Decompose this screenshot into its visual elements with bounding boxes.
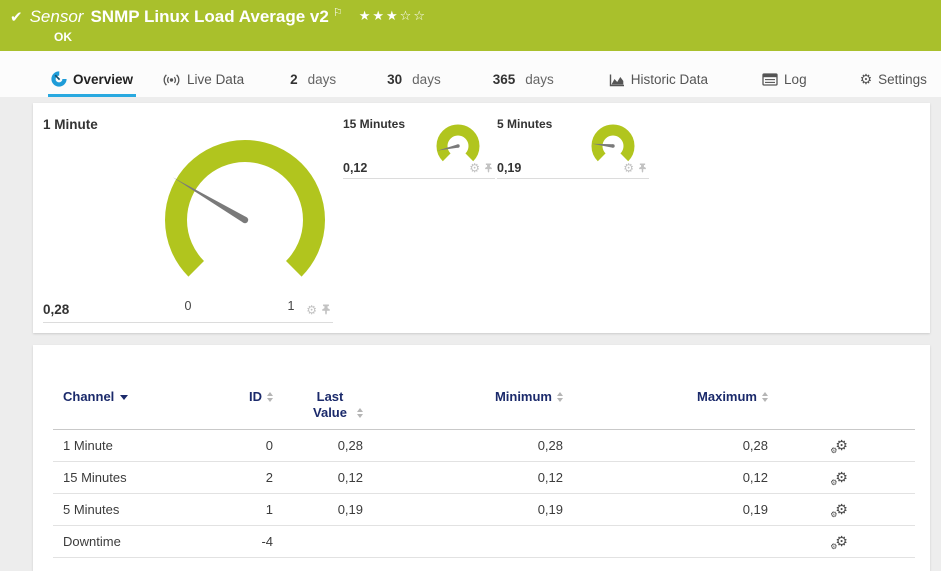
gauge-scale-min: 0 bbox=[184, 299, 192, 313]
gauge-dial-1-minute bbox=[165, 140, 325, 277]
sort-desc-icon bbox=[120, 395, 129, 401]
gauge-title: 5 Minutes bbox=[497, 117, 553, 131]
channel-minimum bbox=[363, 525, 563, 558]
tab-label: days bbox=[412, 72, 441, 87]
channel-maximum: 0,19 bbox=[563, 493, 768, 526]
gauge-scale-max: 1 bbox=[287, 299, 295, 313]
priority-stars[interactable]: ★★★☆☆ bbox=[359, 9, 427, 24]
channel-minimum: 0,12 bbox=[363, 461, 563, 494]
channel-minimum: 0,19 bbox=[363, 493, 563, 526]
gear-icon[interactable]: ⚙ bbox=[623, 162, 634, 174]
channel-last-value: 0,19 bbox=[273, 493, 363, 526]
gauge-value: 0,19 bbox=[497, 161, 522, 175]
channel-last-value: 0,28 bbox=[273, 429, 363, 462]
tab-live-data[interactable]: Live Data bbox=[159, 72, 247, 97]
gauge-block-5-minutes: 5 Minutes 0,19 ⚙ bbox=[497, 117, 649, 179]
channel-maximum: 0,12 bbox=[563, 461, 768, 494]
channel-settings-button[interactable]: ⚙ ⚙ bbox=[830, 503, 848, 519]
tab-2-days[interactable]: 2 days bbox=[287, 72, 339, 97]
gauge-block-15-minutes: 15 Minutes 0,12 ⚙ bbox=[343, 117, 495, 179]
gear-icon[interactable]: ⚙ bbox=[469, 162, 480, 174]
tab-number: 365 bbox=[492, 72, 516, 87]
col-header-id[interactable]: ID bbox=[243, 383, 273, 430]
sensor-kind-label: Sensor bbox=[29, 7, 84, 26]
tab-log[interactable]: Log bbox=[759, 72, 810, 97]
tab-settings[interactable]: ⚙ Settings bbox=[857, 72, 930, 97]
tab-label: Overview bbox=[73, 71, 134, 87]
sensor-status-badge: OK bbox=[54, 30, 72, 44]
channel-name: 1 Minute bbox=[53, 429, 243, 462]
gauge-title: 15 Minutes bbox=[343, 117, 406, 131]
tab-label: days bbox=[307, 72, 337, 87]
channel-last-value bbox=[273, 525, 363, 558]
gear-icon: ⚙ bbox=[859, 71, 873, 88]
gauge-title: 1 Minute bbox=[43, 117, 98, 132]
sort-icon bbox=[357, 407, 363, 418]
live-data-icon bbox=[163, 73, 180, 86]
channel-name: 5 Minutes bbox=[53, 493, 243, 526]
tab-label: days bbox=[525, 72, 554, 87]
gauge-value: 0,28 bbox=[43, 302, 70, 317]
col-header-maximum[interactable]: Maximum bbox=[563, 383, 768, 430]
historic-data-icon bbox=[609, 74, 624, 86]
flag-icon[interactable]: ⚐ bbox=[333, 6, 343, 19]
overview-gauges-panel: 1 Minute 0 1 0,28 ⚙ 15 Minutes 0,12 ⚙ 5 … bbox=[33, 103, 930, 333]
table-row-5-minutes[interactable]: 5 Minutes 1 0,19 0,19 0,19 ⚙ ⚙ bbox=[53, 493, 915, 526]
table-row-1-minute[interactable]: 1 Minute 0 0,28 0,28 0,28 ⚙ ⚙ bbox=[53, 429, 915, 462]
check-icon: ✔ bbox=[10, 8, 23, 26]
channels-panel: Channel ID Last Value Minimum Maximum 1 … bbox=[33, 345, 930, 571]
channel-id: 0 bbox=[243, 429, 273, 462]
tab-label: Historic Data bbox=[630, 72, 709, 87]
tab-bar: Overview Live Data 2 days 30 days 365 da… bbox=[0, 51, 941, 97]
channel-name: 15 Minutes bbox=[53, 461, 243, 494]
channel-settings-button[interactable]: ⚙ ⚙ bbox=[830, 471, 848, 487]
gear-icon[interactable]: ⚙ bbox=[306, 304, 317, 316]
tab-label: Log bbox=[784, 72, 807, 87]
table-row-15-minutes[interactable]: 15 Minutes 2 0,12 0,12 0,12 ⚙ ⚙ bbox=[53, 461, 915, 494]
channel-id: 2 bbox=[243, 461, 273, 494]
channel-settings-button[interactable]: ⚙ ⚙ bbox=[830, 535, 848, 551]
col-header-last-value[interactable]: Last Value bbox=[273, 383, 363, 430]
log-icon bbox=[762, 73, 778, 86]
channel-maximum: 0,28 bbox=[563, 429, 768, 462]
table-row-downtime[interactable]: Downtime -4 ⚙ ⚙ bbox=[53, 525, 915, 558]
channel-id: -4 bbox=[243, 525, 273, 558]
gauge-value: 0,12 bbox=[343, 161, 368, 175]
tab-number: 2 bbox=[290, 72, 298, 87]
channel-id: 1 bbox=[243, 493, 273, 526]
sensor-title: SNMP Linux Load Average v2 bbox=[90, 7, 329, 26]
col-header-edit bbox=[768, 383, 915, 430]
tab-label: Settings bbox=[878, 72, 927, 87]
table-header-row: Channel ID Last Value Minimum Maximum bbox=[53, 383, 915, 430]
tab-overview[interactable]: Overview bbox=[48, 71, 137, 97]
tab-label: Live Data bbox=[187, 72, 245, 87]
gauge-icon bbox=[51, 71, 67, 87]
channel-minimum: 0,28 bbox=[363, 429, 563, 462]
sensor-header: ✔ Sensor SNMP Linux Load Average v2 ⚐ ★★… bbox=[0, 0, 941, 51]
sort-icon bbox=[267, 391, 273, 402]
col-header-channel[interactable]: Channel bbox=[53, 383, 243, 430]
tab-number: 30 bbox=[387, 72, 403, 87]
pin-icon[interactable] bbox=[484, 162, 493, 174]
tab-365-days[interactable]: 365 days bbox=[490, 72, 557, 97]
channel-name: Downtime bbox=[53, 525, 243, 558]
tab-30-days[interactable]: 30 days bbox=[384, 72, 444, 97]
sort-icon bbox=[557, 391, 563, 402]
pin-icon[interactable] bbox=[321, 303, 331, 316]
tab-historic-data[interactable]: Historic Data bbox=[606, 72, 711, 97]
pin-icon[interactable] bbox=[638, 162, 647, 174]
sort-icon bbox=[762, 391, 768, 402]
col-header-minimum[interactable]: Minimum bbox=[363, 383, 563, 430]
channel-maximum bbox=[563, 525, 768, 558]
channel-table: Channel ID Last Value Minimum Maximum 1 … bbox=[53, 383, 915, 558]
channel-settings-button[interactable]: ⚙ ⚙ bbox=[830, 439, 848, 455]
channel-last-value: 0,12 bbox=[273, 461, 363, 494]
gauge-block-1-minute: 1 Minute 0 1 0,28 ⚙ bbox=[43, 115, 333, 323]
